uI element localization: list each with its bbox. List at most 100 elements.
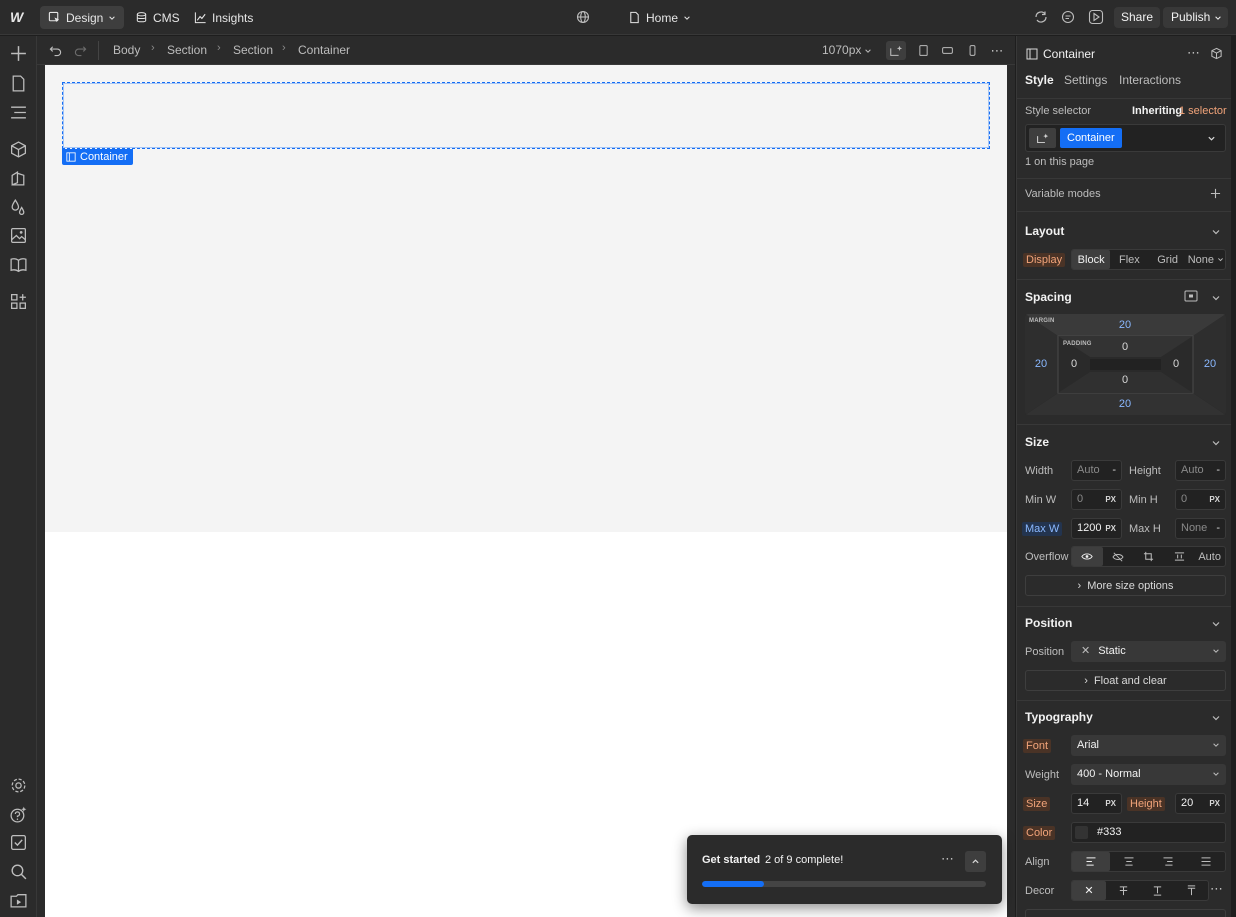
preview-play-icon[interactable] (1088, 9, 1104, 25)
more-options-icon[interactable]: ⋯ (941, 851, 954, 867)
line-height-input[interactable]: 20 PX (1175, 793, 1226, 814)
line-height-label[interactable]: Height (1127, 797, 1165, 811)
tab-interactions[interactable]: Interactions (1119, 73, 1181, 87)
tab-settings[interactable]: Settings (1064, 73, 1107, 87)
font-size-input[interactable]: 14 PX (1071, 793, 1122, 814)
color-label[interactable]: Color (1023, 826, 1056, 840)
breakpoint-tablet-icon[interactable] (913, 41, 933, 60)
font-size-label[interactable]: Size (1023, 797, 1051, 811)
overflow-auto-option[interactable]: Auto (1194, 547, 1225, 566)
chevron-down-icon[interactable] (1211, 293, 1221, 303)
publish-button[interactable]: Publish (1163, 7, 1229, 28)
height-unit[interactable]: - (1216, 461, 1220, 480)
chevron-down-icon[interactable] (1211, 713, 1221, 723)
more-type-options-button[interactable] (1025, 909, 1226, 917)
min-height-input[interactable]: 0 PX (1175, 489, 1226, 510)
padding-bottom-value[interactable]: 0 (1113, 374, 1137, 386)
comment-icon[interactable] (1060, 9, 1076, 25)
weight-select[interactable]: 400 - Normal (1071, 764, 1226, 785)
chevron-down-icon[interactable] (1211, 438, 1221, 448)
max-width-input[interactable]: 1200 PX (1071, 518, 1122, 539)
width-input[interactable]: Auto - (1071, 460, 1122, 481)
breadcrumb-section[interactable]: Section (167, 43, 207, 57)
selector-chip[interactable]: Container (1060, 128, 1122, 148)
padding-left-value[interactable]: 0 (1062, 358, 1086, 370)
component-create-icon[interactable] (1210, 47, 1223, 60)
chevron-down-icon[interactable] (1211, 619, 1221, 629)
overflow-hidden-option[interactable] (1103, 547, 1134, 566)
breakpoint-mobile-landscape-icon[interactable] (937, 41, 957, 60)
float-and-clear-button[interactable]: › Float and clear (1025, 670, 1226, 691)
selected-container[interactable] (62, 82, 990, 149)
undo-icon[interactable] (49, 44, 62, 57)
position-select[interactable]: ✕ Static (1071, 641, 1226, 662)
more-size-options-button[interactable]: › More size options (1025, 575, 1226, 596)
style-selector-input[interactable]: Container (1025, 124, 1226, 152)
design-mode-button[interactable]: Design (40, 6, 125, 29)
max-height-unit[interactable]: - (1216, 519, 1220, 538)
breakpoint-mobile-portrait-icon[interactable] (962, 41, 982, 60)
overflow-visible-option[interactable] (1072, 547, 1103, 566)
cms-mode-button[interactable]: CMS (127, 6, 188, 29)
style-selectors-icon[interactable] (9, 169, 28, 188)
spacing-mode-icon[interactable] (1184, 290, 1198, 302)
globe-icon[interactable] (575, 9, 591, 25)
expand-up-button[interactable] (965, 851, 986, 872)
font-select[interactable]: Arial (1071, 735, 1226, 756)
variables-drops-icon[interactable] (9, 198, 28, 217)
padding-top-value[interactable]: 0 (1113, 341, 1137, 353)
panel-scrollbar[interactable] (1231, 36, 1236, 917)
spacing-section-title[interactable]: Spacing (1025, 290, 1072, 304)
min-width-unit[interactable]: PX (1105, 490, 1116, 509)
margin-right-value[interactable]: 20 (1198, 358, 1222, 370)
min-height-unit[interactable]: PX (1209, 490, 1220, 509)
sync-icon[interactable] (1033, 9, 1049, 25)
add-icon[interactable] (1210, 188, 1221, 199)
chevron-down-icon[interactable] (1211, 227, 1221, 237)
help-ai-icon[interactable] (9, 805, 28, 824)
width-unit[interactable]: - (1112, 461, 1116, 480)
tab-style[interactable]: Style (1025, 73, 1054, 87)
breadcrumb-body[interactable]: Body (113, 43, 140, 57)
page-canvas[interactable]: Container (45, 65, 1007, 917)
canvas-scrollbar[interactable] (1007, 65, 1015, 917)
margin-left-value[interactable]: 20 (1029, 358, 1053, 370)
position-section-title[interactable]: Position (1025, 616, 1072, 630)
size-section-title[interactable]: Size (1025, 435, 1049, 449)
more-options-icon[interactable]: ⋯ (1210, 881, 1223, 897)
display-block-option[interactable]: Block (1072, 250, 1111, 269)
breakpoint-desktop-icon[interactable] (886, 41, 906, 60)
align-justify-icon[interactable] (1187, 852, 1225, 871)
strikethrough-icon[interactable] (1106, 881, 1140, 900)
webflow-logo-icon[interactable]: W (10, 9, 30, 25)
share-button[interactable]: Share (1114, 7, 1161, 28)
selected-element-tag[interactable]: Container (62, 149, 133, 165)
page-selector[interactable]: Home (620, 6, 699, 29)
typography-section-title[interactable]: Typography (1025, 710, 1093, 724)
min-width-input[interactable]: 0 PX (1071, 489, 1122, 510)
add-icon[interactable] (9, 44, 28, 63)
line-height-unit[interactable]: PX (1209, 794, 1220, 813)
padding-right-value[interactable]: 0 (1164, 358, 1188, 370)
audit-checkbox-icon[interactable] (9, 833, 28, 852)
display-none-option[interactable]: None (1187, 250, 1225, 269)
canvas-width-dropdown[interactable]: 1070px (822, 43, 861, 57)
insights-mode-button[interactable]: Insights (186, 6, 261, 29)
more-options-icon[interactable]: ⋯ (987, 41, 1007, 60)
breadcrumb-section-2[interactable]: Section (233, 43, 273, 57)
navigator-icon[interactable] (9, 103, 28, 122)
max-width-unit[interactable]: PX (1105, 519, 1116, 538)
book-icon[interactable] (9, 255, 28, 274)
pages-icon[interactable] (9, 74, 28, 93)
redo-icon[interactable] (74, 44, 87, 57)
align-right-icon[interactable] (1149, 852, 1187, 871)
decoration-none-icon[interactable]: ✕ (1072, 881, 1106, 900)
color-swatch[interactable] (1075, 826, 1088, 839)
font-size-unit[interactable]: PX (1105, 794, 1116, 813)
components-icon[interactable] (9, 140, 28, 159)
display-label[interactable]: Display (1023, 253, 1066, 267)
video-tutorials-icon[interactable] (9, 891, 28, 910)
margin-bottom-value[interactable]: 20 (1113, 398, 1137, 410)
settings-gear-icon[interactable] (9, 776, 28, 795)
layout-section-title[interactable]: Layout (1025, 224, 1064, 238)
